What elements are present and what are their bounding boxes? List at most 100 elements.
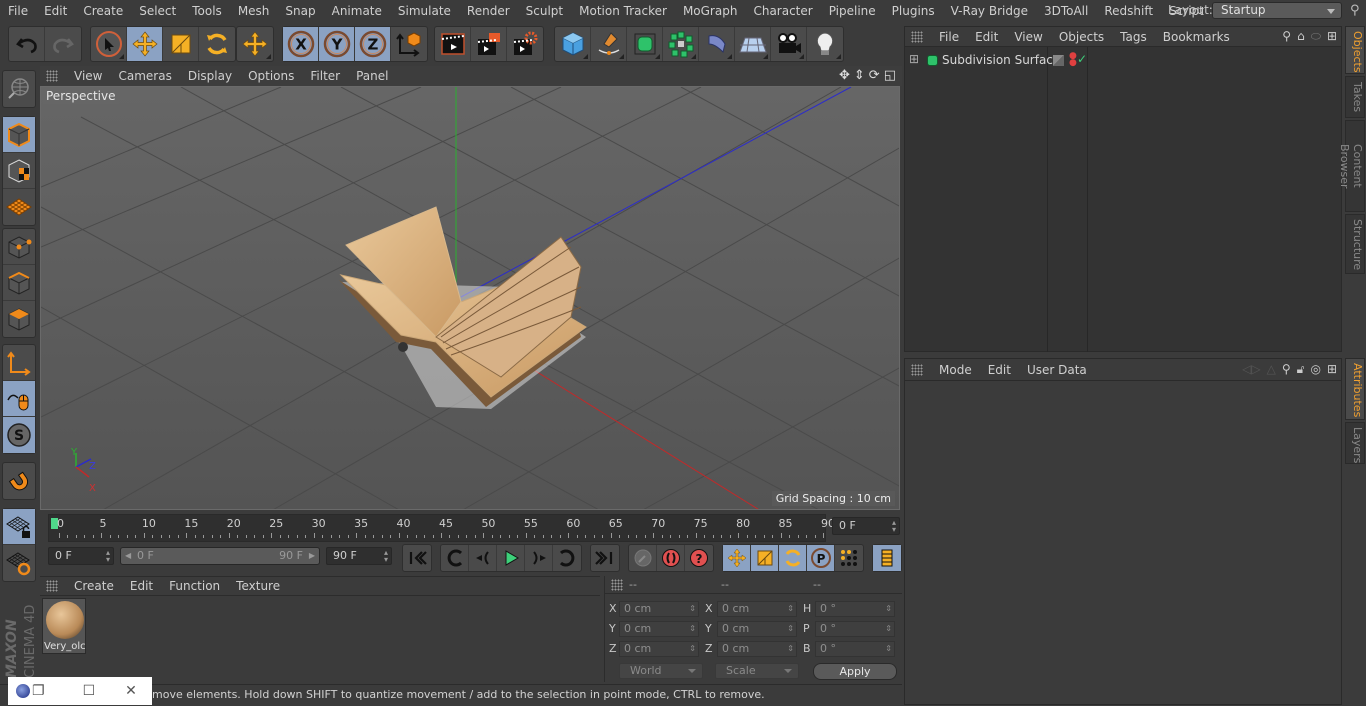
pos-z-field[interactable]: 0 cm [619,641,699,657]
render-settings-button[interactable] [507,27,543,61]
zoom-view-icon[interactable]: ⇕ [854,68,865,83]
z-axis-lock-button[interactable]: Z [355,27,391,61]
y-axis-lock-button[interactable]: Y [319,27,355,61]
frame-range-slider[interactable]: ◀ 0 F 90 F ▶ [120,547,320,565]
viewport-menu-cameras[interactable]: Cameras [110,69,179,83]
menu-mograph[interactable]: MoGraph [675,0,746,22]
tab-takes[interactable]: Takes [1345,76,1365,118]
search-icon[interactable]: ⚲ [1350,3,1360,18]
size-mode-dropdown[interactable]: Scale [715,663,799,679]
model-mode-button[interactable] [3,117,35,153]
snap-button[interactable] [3,463,35,499]
size-y-field[interactable]: 0 cm [717,621,797,637]
rotate-tool-button[interactable] [199,27,235,61]
floor-button[interactable] [735,27,771,61]
rot-p-field[interactable]: 0 ° [815,621,895,637]
layer-swatch-icon[interactable] [1053,55,1064,66]
render-view-button[interactable] [435,27,471,61]
tab-structure[interactable]: Structure [1345,214,1365,274]
enabled-check-icon[interactable]: ✓ [1077,52,1087,66]
material-menu-texture[interactable]: Texture [228,579,288,593]
object-menu-file[interactable]: File [931,30,967,44]
menu-simulate[interactable]: Simulate [390,0,459,22]
cube-button[interactable] [555,27,591,61]
key-parameter-button[interactable]: P [807,545,835,571]
expand-icon[interactable]: ⊞ [909,52,919,66]
size-z-field[interactable]: 0 cm [717,641,797,657]
toggle-layout-icon[interactable]: ◱ [884,68,896,83]
search-icon[interactable]: ⚲ [1282,362,1291,377]
material-menu-edit[interactable]: Edit [122,579,161,593]
visibility-dots-icon[interactable]: ● ● [1069,52,1077,68]
home-icon[interactable]: ⌂ [1297,29,1305,44]
menu-select[interactable]: Select [131,0,184,22]
go-to-start-button[interactable] [403,545,431,571]
new-panel-icon[interactable]: ⊞ [1327,362,1337,377]
edges-mode-button[interactable] [3,265,35,301]
points-mode-button[interactable] [3,229,35,265]
object-menu-bookmarks[interactable]: Bookmarks [1155,30,1238,44]
texture-mode-button[interactable] [3,153,35,189]
menu-animate[interactable]: Animate [324,0,390,22]
rot-b-field[interactable]: 0 ° [815,641,895,657]
maximize-icon[interactable]: ☐ [83,683,96,699]
start-frame-field[interactable]: 0 F ▴ ▾ [48,547,114,565]
menu-vray-bridge[interactable]: V-Ray Bridge [943,0,1036,22]
previous-frame-button[interactable] [469,545,497,571]
menu-create[interactable]: Create [75,0,131,22]
new-panel-icon[interactable]: ⊞ [1327,29,1337,44]
attribute-menu-user-data[interactable]: User Data [1019,363,1095,377]
autokey-button[interactable] [657,545,685,571]
tab-content-browser[interactable]: Content Browser [1338,120,1365,212]
next-frame-button[interactable] [525,545,553,571]
workplane-align-button[interactable] [3,545,35,581]
panel-grip-icon[interactable] [611,578,623,591]
keyframe-selection-button[interactable]: ? [685,545,713,571]
pen-button[interactable] [591,27,627,61]
back-icon[interactable]: ◁▷ [1242,362,1260,377]
menu-character[interactable]: Character [745,0,820,22]
material-menu-create[interactable]: Create [66,579,122,593]
material-menu-function[interactable]: Function [161,579,228,593]
tab-attributes[interactable]: Attributes [1345,358,1365,420]
close-icon[interactable]: ✕ [125,683,137,699]
panel-grip-icon[interactable] [911,363,923,376]
move-tool-button[interactable] [127,27,163,61]
light-button[interactable] [807,27,843,61]
viewport-menu-filter[interactable]: Filter [302,69,348,83]
pan-view-icon[interactable]: ✥ [839,68,850,83]
coordinate-system-button[interactable] [391,27,427,61]
deformer-button[interactable] [699,27,735,61]
perspective-viewport[interactable]: Y Z X Perspective Grid Spacing : 10 cm [40,86,900,510]
panel-grip-icon[interactable] [46,580,58,592]
menu-tools[interactable]: Tools [184,0,230,22]
object-menu-tags[interactable]: Tags [1112,30,1155,44]
object-menu-edit[interactable]: Edit [967,30,1006,44]
up-icon[interactable]: △ [1267,362,1276,377]
layout-dropdown[interactable]: Startup [1212,2,1342,19]
viewport-menu-view[interactable]: View [66,69,110,83]
axis-mode-button[interactable] [3,345,35,381]
next-key-button[interactable] [553,545,581,571]
pos-x-field[interactable]: 0 cm [619,601,699,617]
workplane-mode-button[interactable] [3,189,35,225]
object-name[interactable]: Subdivision Surface [942,53,1060,67]
undo-button[interactable] [9,27,45,61]
rot-h-field[interactable]: 0 ° [815,601,895,617]
last-tool-button[interactable] [237,27,273,61]
menu-motion-tracker[interactable]: Motion Tracker [571,0,675,22]
key-position-button[interactable] [723,545,751,571]
live-selection-button[interactable] [91,27,127,61]
menu-plugins[interactable]: Plugins [884,0,943,22]
tab-objects[interactable]: Objects [1345,26,1365,74]
subdivision-surface-button[interactable] [627,27,663,61]
attribute-menu-mode[interactable]: Mode [931,363,980,377]
viewport-menu-display[interactable]: Display [180,69,240,83]
go-to-end-button[interactable] [591,545,619,571]
range-left-arrow-icon[interactable]: ◀ [125,548,131,564]
target-icon[interactable]: ◎ [1310,362,1320,377]
viewport-menu-options[interactable]: Options [240,69,302,83]
coordinate-mode-dropdown[interactable]: World [619,663,703,679]
make-editable-button[interactable] [3,71,35,107]
previous-key-button[interactable] [441,545,469,571]
